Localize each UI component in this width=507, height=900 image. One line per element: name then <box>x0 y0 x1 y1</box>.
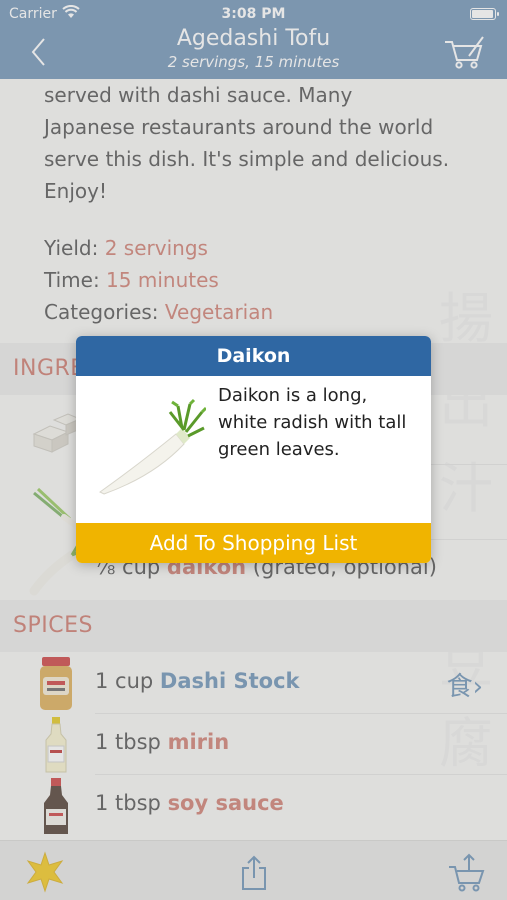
add-to-shopping-list-button[interactable]: Add To Shopping List <box>76 523 431 563</box>
daikon-radish-icon <box>99 398 206 495</box>
popover-title: Daikon <box>76 336 431 376</box>
popover-description: Daikon is a long, white radish with tall… <box>218 385 407 460</box>
ingredient-popover: Daikon Daikon is a long, white radish wi… <box>76 336 431 563</box>
